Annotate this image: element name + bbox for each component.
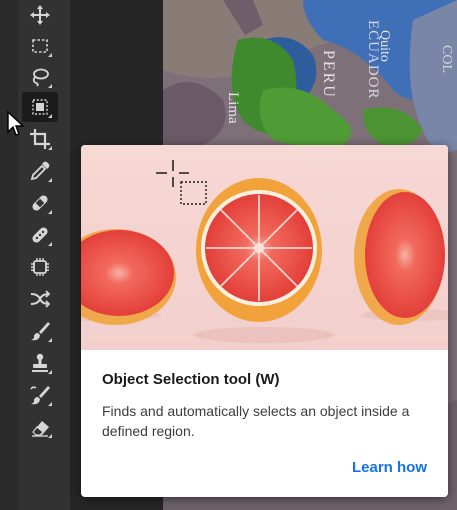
history-brush-tool[interactable]	[22, 380, 58, 410]
eyedropper-tool[interactable]	[22, 156, 58, 186]
stamp-tool[interactable]	[22, 348, 58, 378]
lasso-tool[interactable]	[22, 62, 58, 92]
move-tool[interactable]	[22, 0, 58, 30]
map-label-lima: Lima	[225, 92, 241, 124]
marquee-tool[interactable]	[22, 31, 58, 61]
move-icon	[30, 5, 50, 25]
brush-tool[interactable]	[22, 316, 58, 346]
tooltip-description: Finds and automatically selects an objec…	[102, 403, 410, 439]
content-aware-icon	[31, 258, 49, 276]
patch-tool[interactable]	[22, 220, 58, 250]
object-selection-tool[interactable]	[22, 92, 58, 122]
tooltip-title: Object Selection tool (W)	[102, 371, 280, 388]
swap-icon	[30, 290, 51, 308]
content-aware-tool[interactable]	[22, 252, 58, 282]
red-eye-tool[interactable]	[22, 284, 58, 314]
tools-panel	[0, 0, 70, 510]
toolbar-edge	[0, 0, 18, 510]
crop-tool[interactable]	[22, 124, 58, 154]
mouse-cursor-icon	[7, 110, 25, 136]
tooltip-preview-image	[81, 145, 448, 350]
eraser-tool[interactable]	[22, 412, 58, 442]
learn-how-link[interactable]: Learn how	[352, 459, 427, 476]
healing-brush-tool[interactable]	[22, 188, 58, 218]
map-label-colombia: COL	[439, 45, 454, 73]
map-label-peru: PERU	[320, 50, 337, 99]
grapefruit-illustration	[81, 160, 448, 343]
tool-tip-popup: Object Selection tool (W) Finds and auto…	[81, 145, 448, 497]
map-label-ecuador: ECUADOR	[365, 20, 381, 100]
